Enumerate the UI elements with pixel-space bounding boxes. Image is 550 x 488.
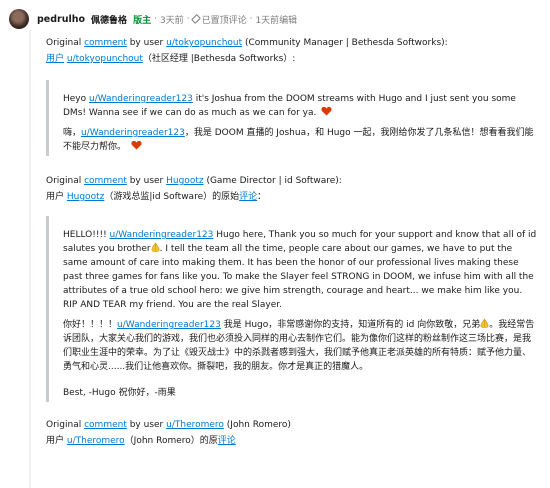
user-link[interactable]: u/Wanderingreader123	[89, 94, 193, 104]
user-flair: 佩德鲁格	[91, 15, 128, 26]
separator-dot: ·	[249, 14, 253, 24]
user-link[interactable]: Hugootz	[166, 176, 203, 186]
comment-header: pedrulho 佩德鲁格 版主 · 3天前 · 已置顶评论 · 1天前编辑	[9, 9, 297, 29]
quote-text-en: Heyo u/Wanderingreader123 it's Joshua fr…	[63, 94, 516, 118]
pinned-label: 已置顶评论	[201, 15, 247, 26]
comment-link[interactable]: comment	[84, 38, 127, 48]
author-name[interactable]: pedrulho	[37, 14, 85, 25]
comment-link[interactable]: comment	[84, 420, 127, 430]
original-comment-line-zh: 用户 u/Theromero（John Romero）的原评论	[46, 436, 236, 446]
comment-link[interactable]: 评论	[218, 436, 236, 446]
mod-badge: 版主	[133, 15, 152, 26]
separator-dot: ·	[186, 14, 190, 24]
quote-block: HELLO!!!! u/Wanderingreader123 Hugo here…	[46, 216, 538, 402]
heart-icon	[321, 106, 332, 116]
raised-hands-icon	[480, 318, 489, 328]
avatar[interactable]	[9, 9, 29, 29]
user-link[interactable]: u/Theromero	[67, 436, 125, 446]
quote-text-zh: 嗨，u/Wanderingreader123，我是 DOOM 直播的 Joshu…	[63, 128, 534, 152]
separator-dot: ·	[154, 14, 157, 24]
quote-text-zh: 你好！！！！u/Wanderingreader123 我是 Hugo，非常感谢你…	[63, 318, 535, 372]
original-comment-line-en: Original comment by user u/tokyopunchout…	[46, 38, 448, 48]
signature: Best, -Hugo 祝你好，-雨果	[63, 388, 176, 398]
heart-icon	[131, 140, 142, 150]
raised-hands-icon	[151, 242, 160, 252]
original-comment-line-en: Original comment by user Hugootz (Game D…	[46, 176, 342, 186]
comment-link[interactable]: 评论	[239, 192, 257, 202]
user-link[interactable]: u/Wanderingreader123	[117, 320, 221, 330]
user-link[interactable]: u/Theromero	[166, 420, 224, 430]
original-comment-line-zh: 用户 u/tokyopunchout（社区经理 |Bethesda Softwo…	[46, 54, 296, 64]
user-link[interactable]: u/tokyopunchout	[166, 38, 242, 48]
user-link[interactable]: u/Wanderingreader123	[81, 128, 185, 138]
comment-age[interactable]: 3天前	[160, 13, 184, 26]
comment-link[interactable]: comment	[84, 176, 127, 186]
user-link[interactable]: u/tokyopunchout	[67, 54, 143, 64]
thread-line[interactable]	[29, 30, 31, 488]
edited-label: 1天前编辑	[255, 15, 298, 26]
comment-body: Original comment by user u/tokyopunchout…	[46, 36, 538, 448]
original-comment-line-zh: 用户 Hugootz（游戏总监|id Software）的原始评论：	[46, 192, 267, 202]
original-comment-line-en: Original comment by user u/Theromero (Jo…	[46, 420, 291, 430]
quote-block: Heyo u/Wanderingreader123 it's Joshua fr…	[46, 80, 538, 156]
quote-text-en: HELLO!!!! u/Wanderingreader123 Hugo here…	[63, 230, 537, 310]
user-link[interactable]: u/Wanderingreader123	[110, 230, 214, 240]
user-word-link[interactable]: 用户	[46, 54, 64, 64]
user-link[interactable]: Hugootz	[67, 192, 104, 202]
pin-icon	[190, 14, 201, 24]
